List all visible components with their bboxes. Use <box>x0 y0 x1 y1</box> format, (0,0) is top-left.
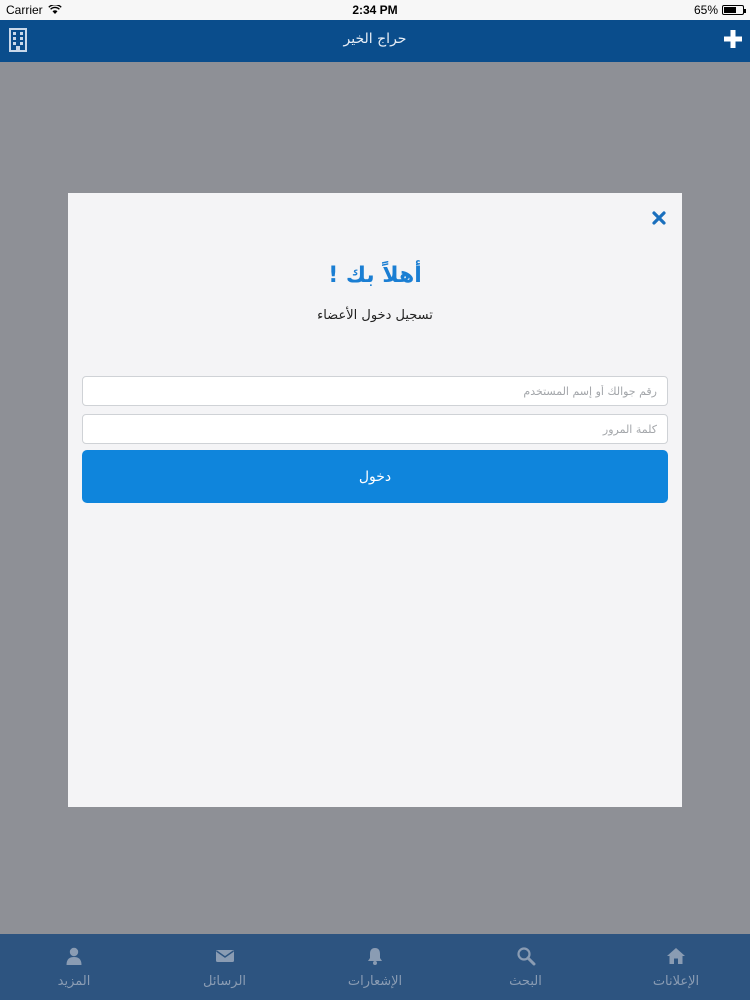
tab-label: الإعلانات <box>652 973 700 989</box>
close-icon <box>652 211 666 225</box>
status-time: 2:34 PM <box>352 3 398 17</box>
tab-search[interactable]: البحث <box>466 934 586 1000</box>
battery-tip <box>744 9 746 13</box>
tab-bar: الإعلانات البحث الإشعارات الرسائل المزيد <box>0 934 750 1000</box>
password-input[interactable] <box>82 414 668 444</box>
tab-label: الإشعارات <box>347 973 403 989</box>
status-bar: Carrier 2:34 PM 65% <box>0 0 750 20</box>
battery-indicator: 65% <box>693 3 746 17</box>
tab-label: البحث <box>509 973 542 989</box>
tab-notifications[interactable]: الإشعارات <box>315 934 435 1000</box>
battery-fill <box>724 7 736 13</box>
login-modal: أهلاً بك ! تسجيل دخول الأعضاء دخول <box>68 193 682 807</box>
plus-icon[interactable] <box>722 28 744 50</box>
tab-ads[interactable]: الإعلانات <box>616 934 736 1000</box>
envelope-icon <box>215 949 234 962</box>
search-icon <box>516 946 535 965</box>
welcome-heading: أهلاً بك ! <box>328 263 422 288</box>
tab-label: الرسائل <box>202 973 247 989</box>
login-button[interactable]: دخول <box>82 450 668 503</box>
login-subtitle: تسجيل دخول الأعضاء <box>317 308 433 323</box>
bell-icon <box>368 947 382 965</box>
tab-messages[interactable]: الرسائل <box>165 934 285 1000</box>
user-icon <box>66 947 82 965</box>
battery-icon <box>722 5 746 15</box>
battery-percent: 65% <box>693 3 718 17</box>
tab-label: المزيد <box>57 973 91 989</box>
tab-more[interactable]: المزيد <box>14 934 134 1000</box>
username-input[interactable] <box>82 376 668 406</box>
nav-bar: حراج الخير <box>0 20 750 62</box>
close-button[interactable] <box>650 209 668 227</box>
home-icon <box>667 947 685 964</box>
page-title: حراج الخير <box>343 31 407 47</box>
